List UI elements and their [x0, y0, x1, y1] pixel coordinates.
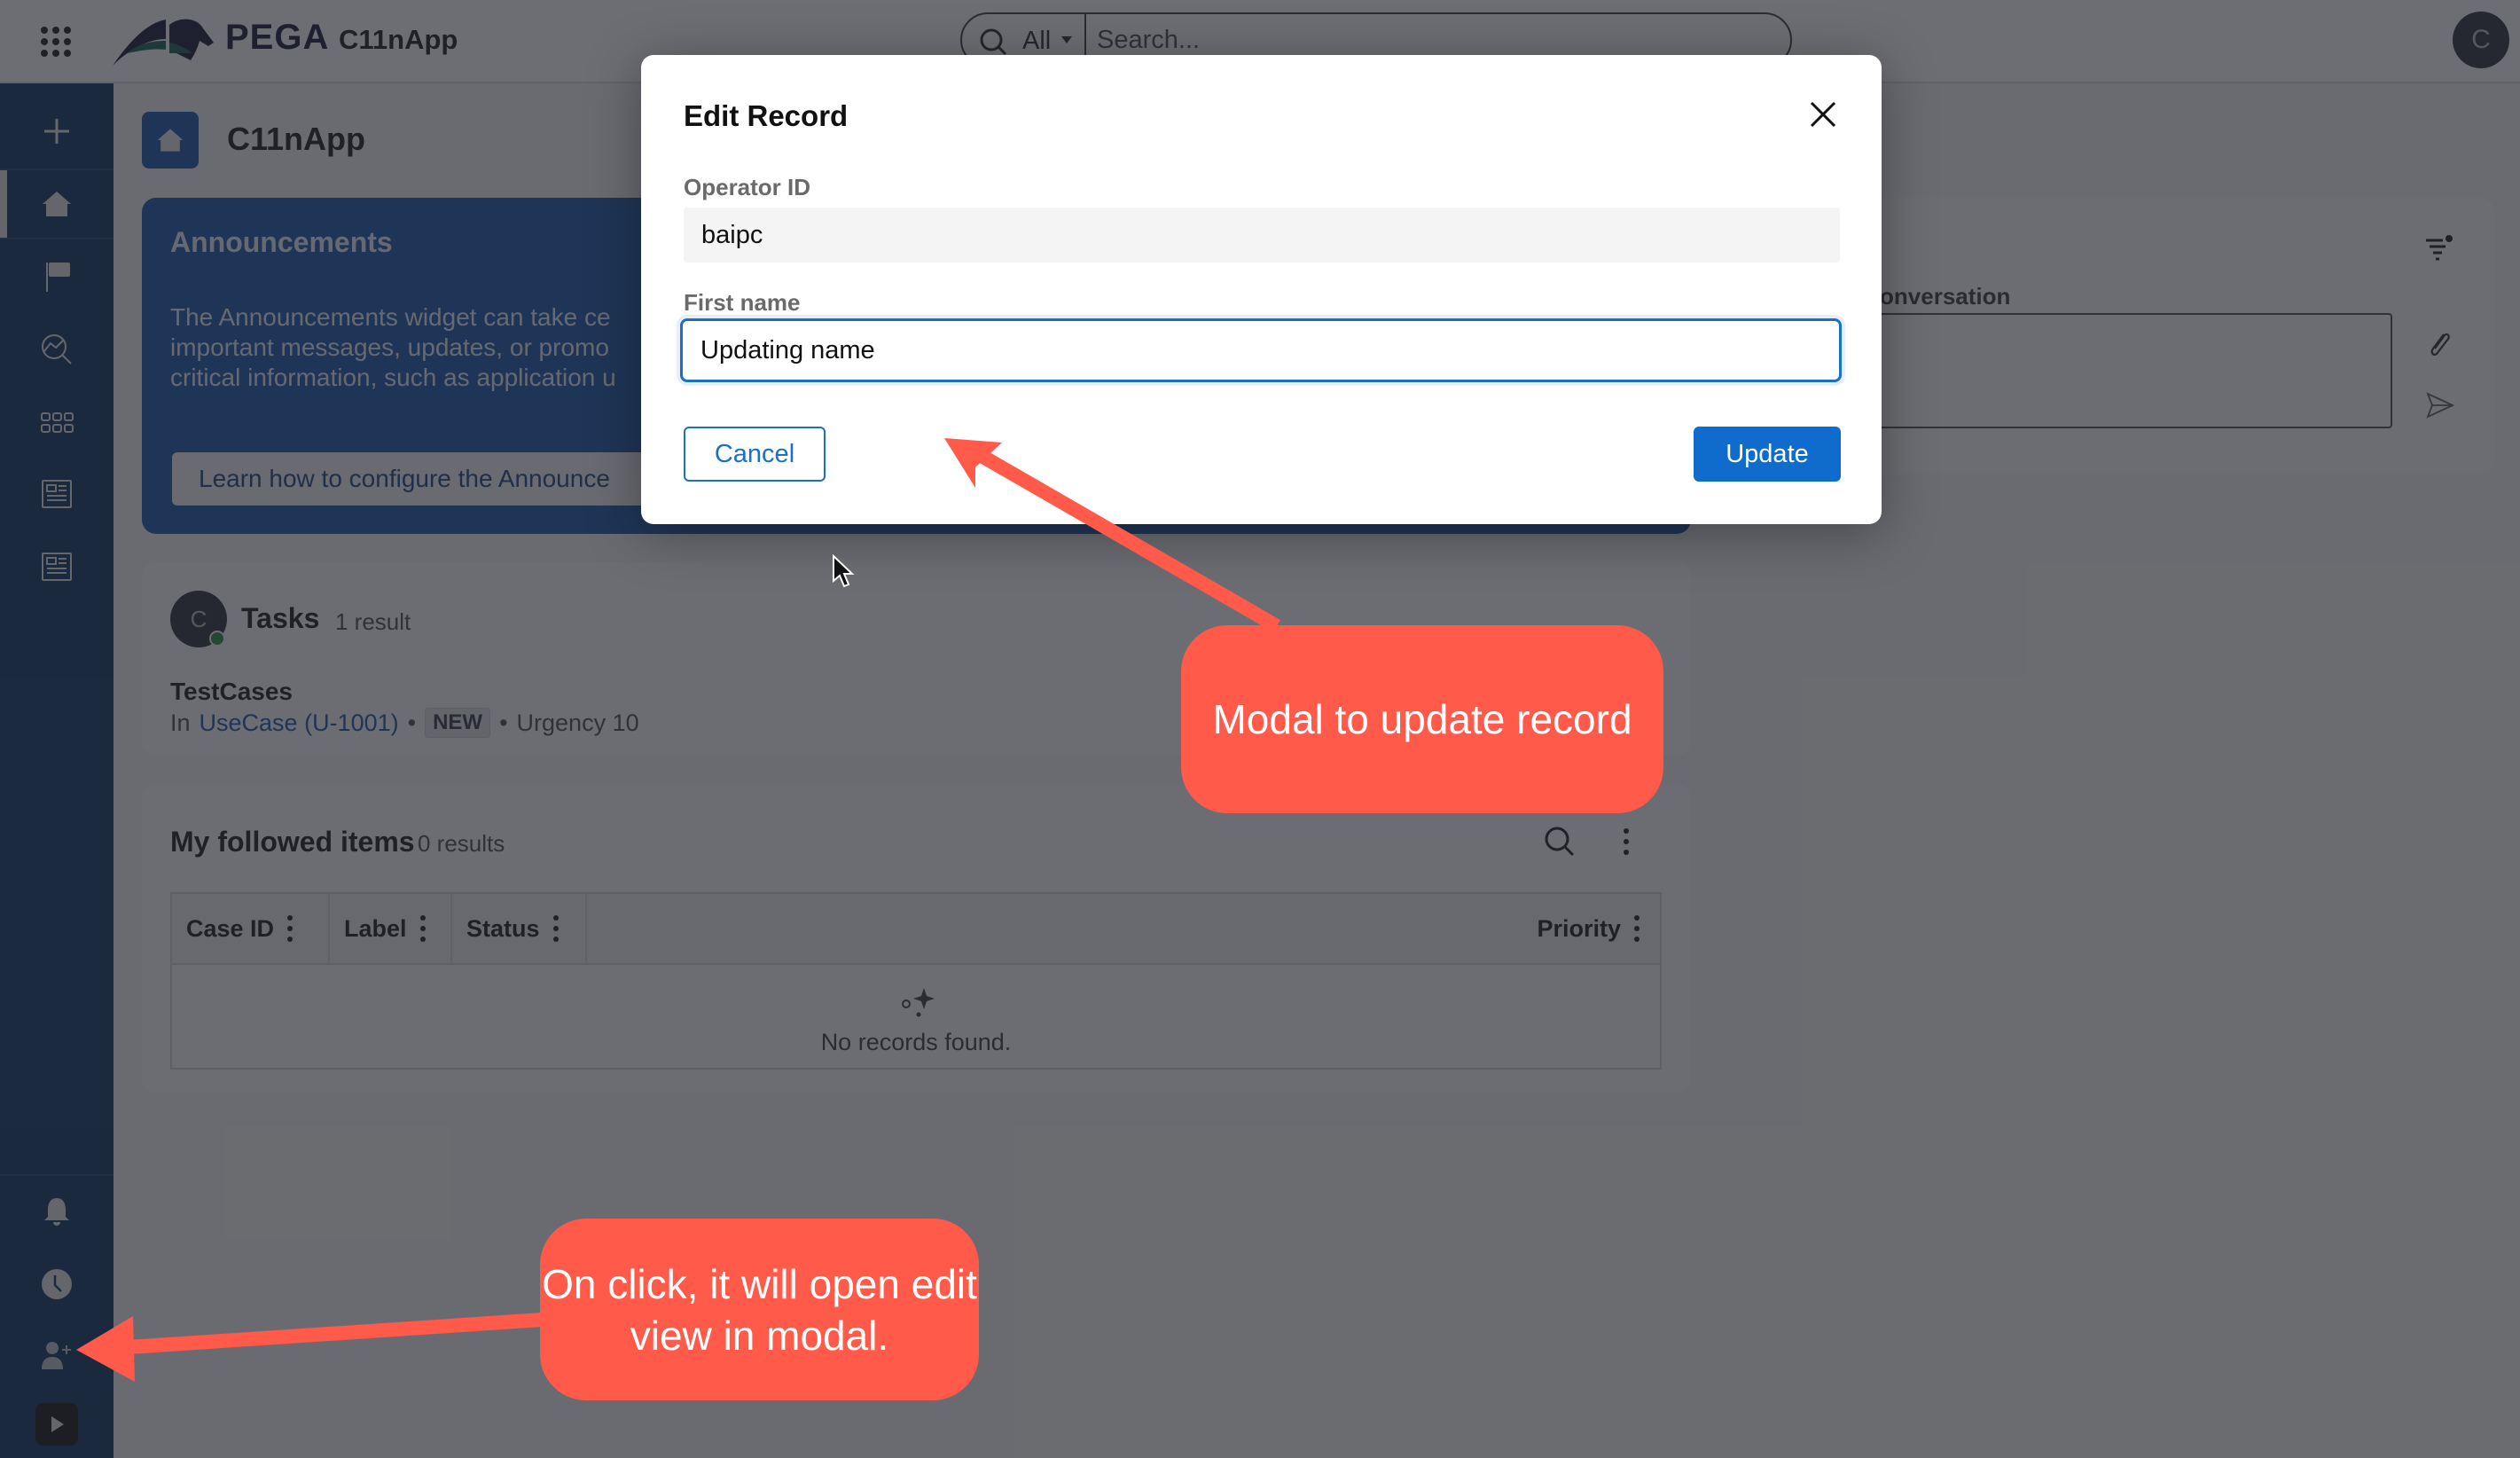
cancel-button[interactable]: Cancel — [684, 427, 826, 482]
close-icon[interactable] — [1808, 99, 1838, 129]
edit-record-modal: Edit Record Operator ID baipc First name… — [641, 55, 1882, 524]
operator-id-label: Operator ID — [684, 174, 811, 200]
annotation-callout-sidebar: On click, it will open edit view in moda… — [540, 1219, 979, 1400]
operator-id-field: baipc — [684, 208, 1840, 263]
update-button[interactable]: Update — [1694, 427, 1841, 482]
annotation-callout-modal: Modal to update record — [1181, 625, 1663, 813]
first-name-field[interactable] — [680, 318, 1842, 382]
first-name-label: First name — [684, 289, 801, 316]
modal-title: Edit Record — [684, 99, 849, 132]
mouse-cursor-icon — [833, 554, 855, 588]
